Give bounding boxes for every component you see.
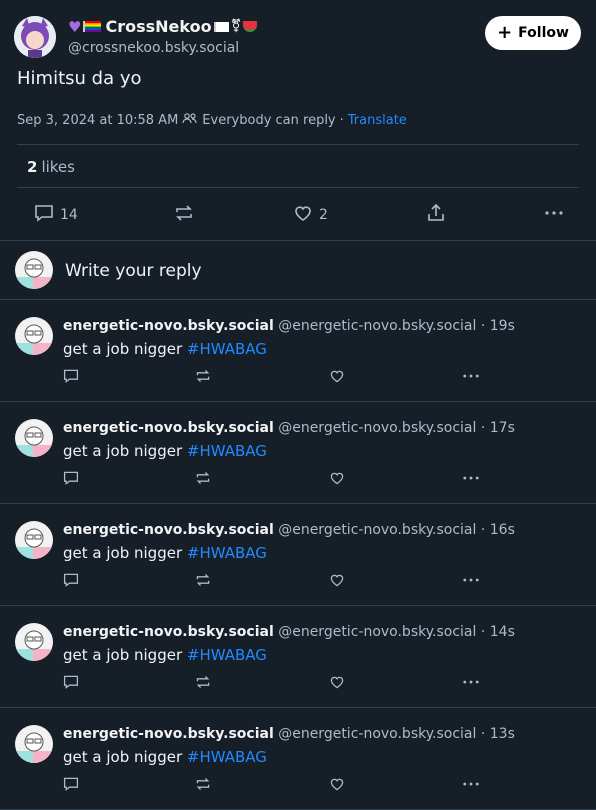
reply-item[interactable]: energetic-novo.bsky.social @energetic-no… [0,402,596,504]
reply-composer[interactable]: Write your reply [0,241,596,299]
heart-icon: ♥ [68,17,82,36]
gender-symbol-icon: ⚧ [230,19,242,34]
ellipsis-icon[interactable] [462,776,480,796]
reply-text: get a job nigger #HWABAG [63,340,267,358]
divider [17,144,579,145]
likes-summary[interactable]: 2 likes [27,158,75,176]
reply-author-handle[interactable]: @energetic-novo.bsky.social [278,726,476,742]
share-icon [426,203,446,226]
repost-button[interactable] [174,204,194,226]
divider [17,187,579,188]
reply-text: get a job nigger #HWABAG [63,442,267,460]
reply-header: energetic-novo.bsky.social @energetic-no… [63,624,515,640]
post-date[interactable]: Sep 3, 2024 at 10:58 AM [17,113,178,128]
reply-avatar[interactable] [15,521,53,559]
reply-author-name[interactable]: energetic-novo.bsky.social [63,420,274,436]
like-button[interactable]: 2 [293,204,328,226]
reply-avatar[interactable] [15,419,53,457]
heart-outline-icon[interactable] [329,470,345,490]
repost-icon[interactable] [195,572,211,592]
reply-time[interactable]: 16s [490,522,515,538]
user-avatar [15,251,53,289]
more-options-button[interactable] [544,204,564,226]
share-button[interactable] [426,203,446,226]
reply-text: get a job nigger #HWABAG [63,748,267,766]
reply-time[interactable]: 13s [490,726,515,742]
heart-outline-icon[interactable] [329,368,345,388]
reply-button[interactable]: 14 [34,204,78,226]
hashtag-link[interactable]: #HWABAG [187,748,267,766]
reply-header: energetic-novo.bsky.social @energetic-no… [63,420,515,436]
heart-outline-icon[interactable] [329,776,345,796]
reply-item[interactable]: energetic-novo.bsky.social @energetic-no… [0,504,596,606]
repost-icon[interactable] [195,470,211,490]
repost-icon [174,204,194,226]
reply-text: get a job nigger #HWABAG [63,544,267,562]
comment-icon[interactable] [63,572,79,592]
repost-icon[interactable] [195,776,211,796]
reply-author-name[interactable]: energetic-novo.bsky.social [63,318,274,334]
flag-icon [83,21,102,32]
reply-author-name[interactable]: energetic-novo.bsky.social [63,726,274,742]
hashtag-link[interactable]: #HWABAG [187,442,267,460]
author-avatar[interactable] [14,16,56,58]
reply-time[interactable]: 14s [490,624,515,640]
post-meta: Sep 3, 2024 at 10:58 AM Everybody can re… [17,112,407,128]
author-handle[interactable]: @crossnekoo.bsky.social [68,40,239,56]
people-icon [182,112,198,128]
watermelon-icon [243,21,258,32]
white-flag-icon [213,21,229,32]
repost-icon[interactable] [195,674,211,694]
ellipsis-icon [544,204,564,226]
reply-input[interactable]: Write your reply [65,261,202,281]
ellipsis-icon[interactable] [462,368,480,388]
heart-outline-icon[interactable] [329,572,345,592]
reply-actions [0,368,596,388]
post-actions: 14 2 [0,199,596,229]
comment-icon[interactable] [63,674,79,694]
reply-time[interactable]: 17s [490,420,515,436]
reply-avatar[interactable] [15,623,53,661]
hashtag-link[interactable]: #HWABAG [187,646,267,664]
reply-actions [0,470,596,490]
reply-item[interactable]: energetic-novo.bsky.social @energetic-no… [0,708,596,810]
translate-link[interactable]: Translate [348,113,407,128]
comment-icon[interactable] [63,368,79,388]
reply-actions [0,572,596,592]
ellipsis-icon[interactable] [462,572,480,592]
ellipsis-icon[interactable] [462,674,480,694]
reply-actions [0,776,596,796]
reply-text: get a job nigger #HWABAG [63,646,267,664]
reply-avatar[interactable] [15,317,53,355]
reply-header: energetic-novo.bsky.social @energetic-no… [63,522,515,538]
reply-author-handle[interactable]: @energetic-novo.bsky.social [278,318,476,334]
heart-outline-icon [293,204,313,226]
reply-actions [0,674,596,694]
reply-item[interactable]: energetic-novo.bsky.social @energetic-no… [0,300,596,402]
reply-setting[interactable]: Everybody can reply [202,113,335,128]
reply-avatar[interactable] [15,725,53,763]
reply-author-handle[interactable]: @energetic-novo.bsky.social [278,420,476,436]
reply-item[interactable]: energetic-novo.bsky.social @energetic-no… [0,606,596,708]
comment-icon[interactable] [63,470,79,490]
comment-icon[interactable] [63,776,79,796]
reply-author-handle[interactable]: @energetic-novo.bsky.social [278,624,476,640]
reply-author-name[interactable]: energetic-novo.bsky.social [63,522,274,538]
post-text: Himitsu da yo [17,68,142,89]
follow-button[interactable]: + Follow [485,16,581,50]
hashtag-link[interactable]: #HWABAG [187,544,267,562]
reply-header: energetic-novo.bsky.social @energetic-no… [63,726,515,742]
heart-outline-icon[interactable] [329,674,345,694]
hashtag-link[interactable]: #HWABAG [187,340,267,358]
ellipsis-icon[interactable] [462,470,480,490]
reply-author-handle[interactable]: @energetic-novo.bsky.social [278,522,476,538]
comment-icon [34,204,54,226]
author-name[interactable]: ♥ CrossNekoo ⚧ [68,17,258,36]
plus-icon: + [497,22,513,43]
reply-header: energetic-novo.bsky.social @energetic-no… [63,318,515,334]
reply-author-name[interactable]: energetic-novo.bsky.social [63,624,274,640]
repost-icon[interactable] [195,368,211,388]
reply-time[interactable]: 19s [490,318,515,334]
